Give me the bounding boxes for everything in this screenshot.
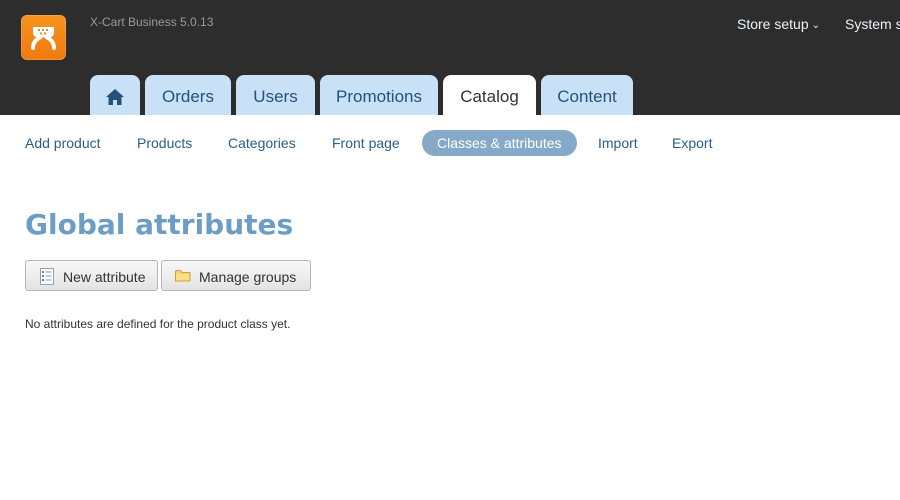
tab-home[interactable] — [90, 75, 140, 115]
subnav-categories[interactable]: Categories — [228, 130, 296, 156]
tab-promotions[interactable]: Promotions — [320, 75, 438, 115]
tab-label: Orders — [162, 87, 214, 106]
document-list-icon — [39, 268, 55, 288]
tab-content[interactable]: Content — [541, 75, 633, 115]
tab-catalog[interactable]: Catalog — [443, 75, 536, 115]
home-icon — [106, 89, 124, 105]
subnav-export[interactable]: Export — [672, 130, 712, 156]
top-nav-label: System s — [845, 16, 900, 32]
tab-label: Catalog — [460, 87, 519, 106]
tab-label: Users — [253, 87, 298, 106]
top-nav-system-settings[interactable]: System s — [845, 16, 900, 32]
folder-icon — [175, 269, 191, 285]
subnav-add-product[interactable]: Add product — [25, 130, 101, 156]
manage-groups-button[interactable]: Manage groups — [161, 260, 311, 291]
chevron-down-icon: ⌄ — [811, 20, 820, 31]
top-nav-label: Store setup — [737, 16, 809, 32]
xcart-logo-icon[interactable] — [21, 15, 66, 60]
tab-label: Content — [557, 87, 617, 106]
app-version: X-Cart Business 5.0.13 — [90, 15, 214, 29]
button-label: Manage groups — [199, 269, 297, 285]
new-attribute-button[interactable]: New attribute — [25, 260, 158, 291]
page-title: Global attributes — [25, 208, 294, 241]
tab-orders[interactable]: Orders — [145, 75, 231, 115]
empty-state-message: No attributes are defined for the produc… — [25, 317, 291, 331]
tab-users[interactable]: Users — [236, 75, 315, 115]
tab-label: Promotions — [336, 87, 422, 106]
button-label: New attribute — [63, 269, 146, 285]
subnav-import[interactable]: Import — [598, 130, 638, 156]
subnav-classes-attributes[interactable]: Classes & attributes — [422, 130, 577, 156]
subnav-front-page[interactable]: Front page — [332, 130, 400, 156]
subnav-products[interactable]: Products — [137, 130, 192, 156]
top-header-bar: X-Cart Business 5.0.13 Store setup ⌄ Syst… — [0, 0, 900, 115]
top-nav-store-setup[interactable]: Store setup ⌄ — [737, 16, 820, 32]
